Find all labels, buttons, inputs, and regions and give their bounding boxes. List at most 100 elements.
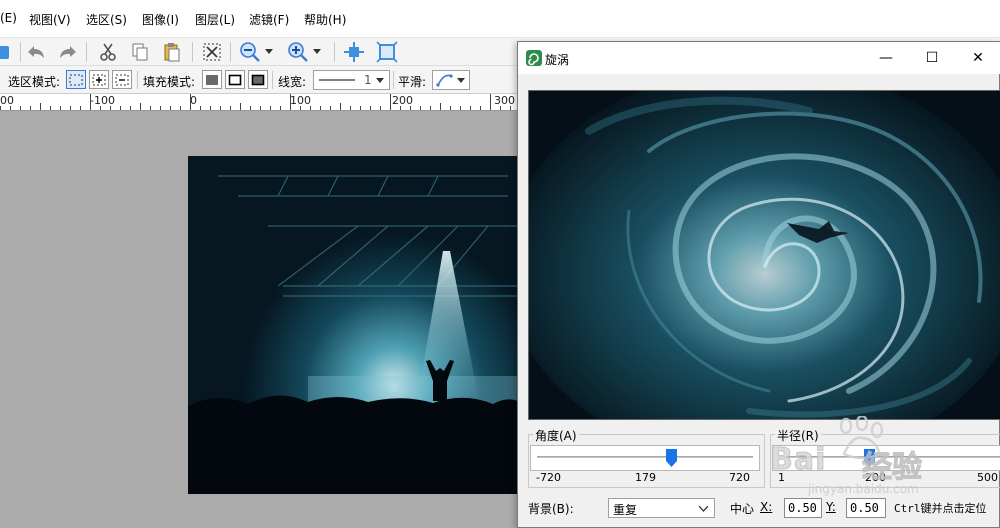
ruler-tick [100,106,101,110]
chevron-down-icon[interactable] [310,40,324,64]
ruler-tick [20,106,21,110]
swirl-preview [528,90,1000,420]
close-icon: ✕ [972,50,984,66]
ruler-tick [510,106,511,110]
ruler-tick [80,106,81,110]
fill-mode-both-button[interactable] [248,70,268,89]
zoom-in-icon[interactable] [286,40,310,64]
swirl-dialog: 旋涡 — ☐ ✕ 角度(A) -720 179 720 半径(R) 1 200 … [517,41,1000,528]
toolbar-separator [86,42,87,62]
smooth-select[interactable] [432,70,470,90]
ruler-tick [370,106,371,110]
maximize-button[interactable]: ☐ [909,42,955,74]
ruler-tick [300,106,301,110]
background-select[interactable]: 重复 [608,498,715,518]
chevron-down-icon [376,78,384,83]
angle-slider[interactable] [530,445,760,471]
minimize-button[interactable]: — [863,42,909,74]
ruler-tick [110,106,111,110]
dialog-title: 旋涡 [545,53,570,67]
center-y-input[interactable]: 0.50 [846,498,886,518]
menu-help[interactable]: 帮助(H) [304,11,346,28]
new-doc-icon[interactable] [0,40,14,64]
center-y-label: Y: [826,500,836,514]
angle-current: 179 [635,471,656,484]
menu-select[interactable]: 选区(S) [86,11,127,28]
menu-layer[interactable]: 图层(L) [195,11,235,28]
line-width-label: 线宽: [278,75,307,89]
menu-filter[interactable]: 滤镜(F) [249,11,289,28]
ruler-tick [30,106,31,110]
ruler-tick [120,106,121,110]
center-label: 中心 [730,502,755,516]
menubar: (E) 视图(V) 选区(S) 图像(I) 图层(L) 滤镜(F) 帮助(H) [0,0,1000,38]
ruler-tick [310,106,311,110]
deselect-icon[interactable] [200,40,224,64]
menu-edit[interactable]: (E) [0,11,17,25]
fill-mode-solid-button[interactable] [202,70,222,89]
chevron-down-icon [457,78,465,83]
zoom-out-icon[interactable] [238,40,262,64]
ruler-tick [430,106,431,110]
dialog-titlebar[interactable]: 旋涡 — ☐ ✕ [518,42,1000,74]
ruler-tick [440,103,441,110]
ruler-tick [500,106,501,110]
toolbar-separator [20,42,21,62]
ruler-tick [180,106,181,110]
ruler-tick [450,106,451,110]
ruler-tick [380,106,381,110]
radius-slider[interactable] [772,445,1000,471]
angle-slider-track [537,456,753,458]
copy-icon[interactable] [128,40,152,64]
toolbar-separator [334,42,335,62]
chevron-down-icon [699,506,708,512]
ruler-tick [350,106,351,110]
selection-mode-subtract-button[interactable] [112,70,132,89]
angle-min: -720 [536,471,561,484]
menu-image[interactable]: 图像(I) [142,11,179,28]
chevron-down-icon[interactable] [262,40,276,64]
ruler-tick [490,94,491,110]
line-width-select[interactable]: 1 [313,70,390,90]
actual-size-icon[interactable] [375,40,399,64]
ruler-tick [230,106,231,110]
close-button[interactable]: ✕ [955,42,1000,74]
angle-group: 角度(A) -720 179 720 [528,427,765,488]
radius-current: 200 [865,471,886,484]
menu-view[interactable]: 视图(V) [29,11,71,28]
ruler-tick [140,103,141,110]
selection-mode-new-button[interactable] [66,70,86,89]
ruler-tick [280,106,281,110]
ruler-tick [0,106,1,110]
angle-label: 角度(A) [533,427,579,444]
canvas-area[interactable] [0,111,520,528]
cut-icon[interactable] [96,40,120,64]
paste-icon[interactable] [160,40,184,64]
ruler-tick [60,106,61,110]
swirl-app-icon [526,50,542,66]
radius-group: 半径(R) 1 200 500 [770,427,1000,488]
redo-icon[interactable] [56,40,80,64]
concert-photo[interactable] [188,156,520,494]
selection-mode-add-button[interactable] [89,70,109,89]
fit-window-icon[interactable] [342,40,366,64]
minimize-icon: — [879,50,893,66]
fill-mode-outline-button[interactable] [225,70,245,89]
ruler-tick [320,106,321,110]
center-hint: Ctrl键并点击定位 [894,502,987,515]
undo-icon[interactable] [24,40,48,64]
center-x-input[interactable]: 0.50 [784,498,822,518]
background-label: 背景(B): [528,502,574,516]
radius-label: 半径(R) [775,427,821,444]
app-window: (E) 视图(V) 选区(S) 图像(I) 图层(L) 滤镜(F) 帮助(H) [0,0,1000,528]
angle-slider-thumb[interactable] [666,449,678,467]
ruler-tick [220,106,221,110]
ruler-tick [210,106,211,110]
ruler-tick [190,94,191,110]
ruler-tick [460,106,461,110]
ruler-tick [290,94,291,110]
ruler-tick [480,106,481,110]
horizontal-ruler: 00 -100 0 100 200 300 [0,94,520,111]
ruler-tick [360,106,361,110]
radius-slider-thumb[interactable] [863,449,875,467]
